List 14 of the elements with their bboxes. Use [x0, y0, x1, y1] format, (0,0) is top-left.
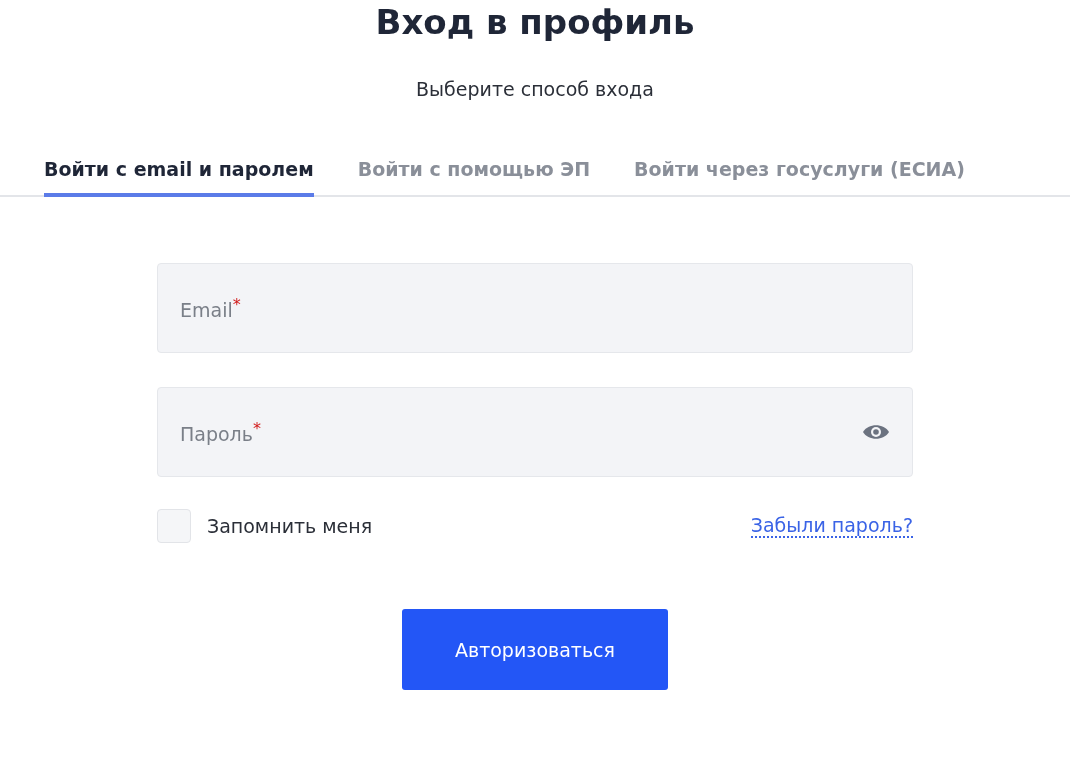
password-field[interactable]: Пароль$^{*}$ [157, 387, 913, 477]
field-placeholder: Пароль$^{*}$ [180, 418, 261, 446]
eye-icon[interactable] [862, 422, 890, 442]
forgot-password-link[interactable]: Забыли пароль? [750, 514, 913, 538]
page-title: Вход в профиль [375, 2, 695, 42]
field-placeholder: Email$^{*}$ [180, 294, 241, 322]
authorize-button[interactable]: Авторизоваться [402, 609, 668, 690]
email-field[interactable]: Email$^{*}$ [157, 263, 913, 353]
subtitle: Выберите способ входа [416, 78, 654, 100]
checkbox[interactable] [157, 509, 191, 543]
tab[interactable]: Войти через госуслуги (ЕСИА) [634, 146, 965, 197]
checkbox-label: Запомнить меня [207, 515, 373, 537]
tab[interactable]: Войти с помощью ЭП [357, 146, 591, 197]
tab[interactable]: Войти с email и паролем [44, 146, 314, 197]
